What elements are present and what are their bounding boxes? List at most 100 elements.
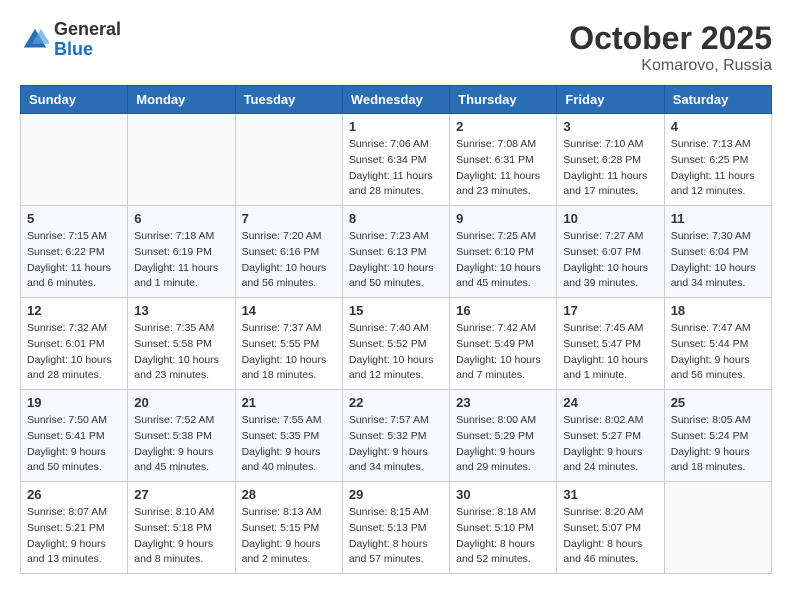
week-row-3: 12Sunrise: 7:32 AMSunset: 6:01 PMDayligh…: [21, 298, 772, 390]
week-row-2: 5 Sunrise: 7:15 AMSunset: 6:22 PMDaylight…: [21, 206, 772, 298]
day-info: Sunrise: 7:10 AMSunset: 6:28 PMDaylight:…: [563, 137, 657, 200]
day-number: 30: [456, 487, 550, 502]
day-cell-0-0: [21, 114, 128, 206]
day-number: 20: [134, 395, 228, 410]
day-info: Sunrise: 7:47 AMSunset: 5:44 PMDaylight:…: [671, 321, 765, 384]
day-number: 9: [456, 211, 550, 226]
day-number: 3: [563, 119, 657, 134]
day-cell-1-4: 9 Sunrise: 7:25 AMSunset: 6:10 PMDaylight…: [450, 206, 557, 298]
day-number: 16: [456, 303, 550, 318]
day-cell-1-5: 10Sunrise: 7:27 AMSunset: 6:07 PMDayligh…: [557, 206, 664, 298]
day-cell-2-5: 17 Sunrise: 7:45 AMSunset: 5:47 PMDayligh…: [557, 298, 664, 390]
day-number: 4: [671, 119, 765, 134]
day-cell-2-2: 14 Sunrise: 7:37 AMSunset: 5:55 PMDayligh…: [235, 298, 342, 390]
day-info: Sunrise: 7:35 AMSunset: 5:58 PMDaylight:…: [134, 321, 228, 384]
day-cell-2-4: 16 Sunrise: 7:42 AMSunset: 5:49 PMDayligh…: [450, 298, 557, 390]
day-number: 21: [242, 395, 336, 410]
day-cell-1-6: 11 Sunrise: 7:30 AMSunset: 6:04 PMDayligh…: [664, 206, 771, 298]
day-info: Sunrise: 8:10 AMSunset: 5:18 PMDaylight:…: [134, 505, 228, 568]
day-cell-0-6: 4 Sunrise: 7:13 AMSunset: 6:25 PMDaylight…: [664, 114, 771, 206]
logo: General Blue: [20, 20, 121, 60]
day-cell-2-0: 12Sunrise: 7:32 AMSunset: 6:01 PMDayligh…: [21, 298, 128, 390]
header-monday: Monday: [128, 86, 235, 114]
day-info: Sunrise: 7:08 AMSunset: 6:31 PMDaylight:…: [456, 137, 550, 200]
day-info: Sunrise: 7:25 AMSunset: 6:10 PMDaylight:…: [456, 229, 550, 292]
day-info: Sunrise: 8:18 AMSunset: 5:10 PMDaylight:…: [456, 505, 550, 568]
logo-text: General Blue: [54, 20, 121, 60]
calendar-body: 1 Sunrise: 7:06 AMSunset: 6:34 PMDaylight…: [21, 114, 772, 574]
day-cell-3-0: 19Sunrise: 7:50 AMSunset: 5:41 PMDayligh…: [21, 390, 128, 482]
day-info: Sunrise: 7:27 AMSunset: 6:07 PMDaylight:…: [563, 229, 657, 292]
day-number: 12: [27, 303, 121, 318]
day-number: 25: [671, 395, 765, 410]
day-info: Sunrise: 8:02 AMSunset: 5:27 PMDaylight:…: [563, 413, 657, 476]
day-number: 19: [27, 395, 121, 410]
day-number: 13: [134, 303, 228, 318]
header-saturday: Saturday: [664, 86, 771, 114]
day-cell-2-1: 13 Sunrise: 7:35 AMSunset: 5:58 PMDayligh…: [128, 298, 235, 390]
week-row-1: 1 Sunrise: 7:06 AMSunset: 6:34 PMDaylight…: [21, 114, 772, 206]
day-number: 5: [27, 211, 121, 226]
day-info: Sunrise: 7:23 AMSunset: 6:13 PMDaylight:…: [349, 229, 443, 292]
header-wednesday: Wednesday: [342, 86, 449, 114]
day-number: 8: [349, 211, 443, 226]
day-number: 6: [134, 211, 228, 226]
week-row-5: 26Sunrise: 8:07 AMSunset: 5:21 PMDayligh…: [21, 482, 772, 574]
day-cell-2-6: 18Sunrise: 7:47 AMSunset: 5:44 PMDayligh…: [664, 298, 771, 390]
day-cell-1-2: 7 Sunrise: 7:20 AMSunset: 6:16 PMDaylight…: [235, 206, 342, 298]
day-info: Sunrise: 8:00 AMSunset: 5:29 PMDaylight:…: [456, 413, 550, 476]
day-number: 31: [563, 487, 657, 502]
day-number: 14: [242, 303, 336, 318]
day-cell-4-2: 28Sunrise: 8:13 AMSunset: 5:15 PMDayligh…: [235, 482, 342, 574]
day-number: 1: [349, 119, 443, 134]
day-cell-1-3: 8 Sunrise: 7:23 AMSunset: 6:13 PMDaylight…: [342, 206, 449, 298]
day-info: Sunrise: 7:15 AMSunset: 6:22 PMDaylight:…: [27, 229, 121, 292]
day-info: Sunrise: 8:15 AMSunset: 5:13 PMDaylight:…: [349, 505, 443, 568]
day-cell-3-5: 24 Sunrise: 8:02 AMSunset: 5:27 PMDayligh…: [557, 390, 664, 482]
days-header-row: Sunday Monday Tuesday Wednesday Thursday…: [21, 86, 772, 114]
logo-icon: [20, 25, 50, 55]
day-info: Sunrise: 7:18 AMSunset: 6:19 PMDaylight:…: [134, 229, 228, 292]
page-header: General Blue October 2025 Komarovo, Russ…: [20, 20, 772, 75]
day-info: Sunrise: 7:13 AMSunset: 6:25 PMDaylight:…: [671, 137, 765, 200]
day-info: Sunrise: 7:30 AMSunset: 6:04 PMDaylight:…: [671, 229, 765, 292]
day-number: 29: [349, 487, 443, 502]
day-cell-3-2: 21Sunrise: 7:55 AMSunset: 5:35 PMDayligh…: [235, 390, 342, 482]
day-cell-3-3: 22 Sunrise: 7:57 AMSunset: 5:32 PMDayligh…: [342, 390, 449, 482]
day-info: Sunrise: 7:52 AMSunset: 5:38 PMDaylight:…: [134, 413, 228, 476]
day-number: 7: [242, 211, 336, 226]
day-info: Sunrise: 7:20 AMSunset: 6:16 PMDaylight:…: [242, 229, 336, 292]
day-info: Sunrise: 8:20 AMSunset: 5:07 PMDaylight:…: [563, 505, 657, 568]
header-tuesday: Tuesday: [235, 86, 342, 114]
month-title: October 2025: [569, 20, 772, 57]
day-info: Sunrise: 7:57 AMSunset: 5:32 PMDaylight:…: [349, 413, 443, 476]
location: Komarovo, Russia: [569, 57, 772, 75]
logo-general-text: General: [54, 20, 121, 40]
day-cell-4-1: 27 Sunrise: 8:10 AMSunset: 5:18 PMDayligh…: [128, 482, 235, 574]
day-info: Sunrise: 7:45 AMSunset: 5:47 PMDaylight:…: [563, 321, 657, 384]
day-number: 24: [563, 395, 657, 410]
day-info: Sunrise: 7:06 AMSunset: 6:34 PMDaylight:…: [349, 137, 443, 200]
day-cell-0-1: [128, 114, 235, 206]
day-cell-1-1: 6 Sunrise: 7:18 AMSunset: 6:19 PMDaylight…: [128, 206, 235, 298]
day-cell-0-2: [235, 114, 342, 206]
calendar: Sunday Monday Tuesday Wednesday Thursday…: [20, 85, 772, 574]
day-cell-3-1: 20 Sunrise: 7:52 AMSunset: 5:38 PMDayligh…: [128, 390, 235, 482]
day-number: 15: [349, 303, 443, 318]
day-cell-4-3: 29 Sunrise: 8:15 AMSunset: 5:13 PMDayligh…: [342, 482, 449, 574]
day-info: Sunrise: 8:07 AMSunset: 5:21 PMDaylight:…: [27, 505, 121, 568]
title-section: October 2025 Komarovo, Russia: [569, 20, 772, 75]
day-cell-1-0: 5 Sunrise: 7:15 AMSunset: 6:22 PMDaylight…: [21, 206, 128, 298]
day-cell-4-5: 31 Sunrise: 8:20 AMSunset: 5:07 PMDayligh…: [557, 482, 664, 574]
header-friday: Friday: [557, 86, 664, 114]
day-cell-0-5: 3 Sunrise: 7:10 AMSunset: 6:28 PMDaylight…: [557, 114, 664, 206]
day-info: Sunrise: 7:40 AMSunset: 5:52 PMDaylight:…: [349, 321, 443, 384]
day-info: Sunrise: 8:05 AMSunset: 5:24 PMDaylight:…: [671, 413, 765, 476]
day-cell-4-0: 26Sunrise: 8:07 AMSunset: 5:21 PMDayligh…: [21, 482, 128, 574]
day-info: Sunrise: 7:37 AMSunset: 5:55 PMDaylight:…: [242, 321, 336, 384]
day-number: 22: [349, 395, 443, 410]
day-number: 27: [134, 487, 228, 502]
day-info: Sunrise: 7:42 AMSunset: 5:49 PMDaylight:…: [456, 321, 550, 384]
day-number: 17: [563, 303, 657, 318]
day-number: 11: [671, 211, 765, 226]
